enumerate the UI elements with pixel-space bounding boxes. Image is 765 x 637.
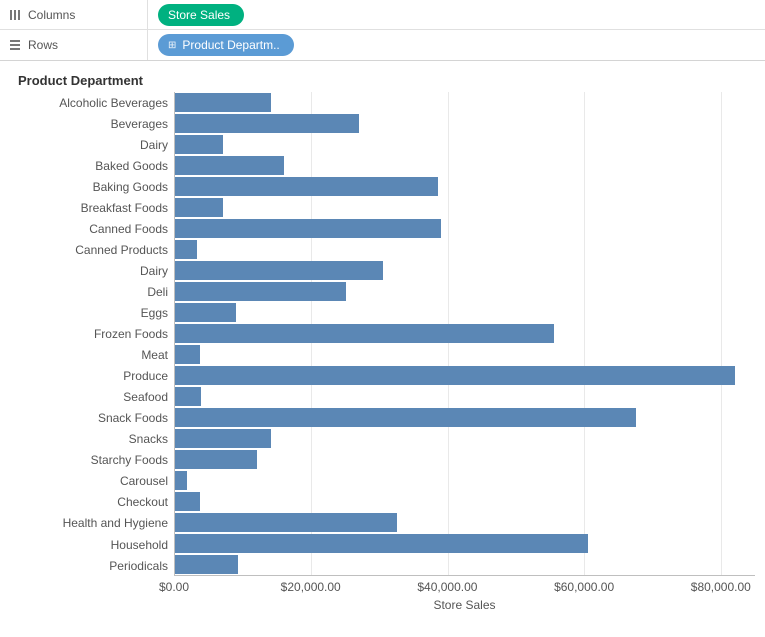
bar-row (175, 365, 755, 386)
y-tick-label: Canned Foods (10, 218, 174, 239)
bar-row (175, 134, 755, 155)
y-tick-label: Eggs (10, 302, 174, 323)
bar[interactable] (175, 555, 238, 573)
bar[interactable] (175, 408, 636, 426)
bar[interactable] (175, 282, 346, 300)
columns-pill-store-sales[interactable]: Store Sales (158, 4, 244, 26)
bar[interactable] (175, 450, 257, 468)
columns-shelf[interactable]: Columns Store Sales (0, 0, 765, 30)
y-tick-label: Breakfast Foods (10, 197, 174, 218)
bar-row (175, 470, 755, 491)
rows-shelf-pills[interactable]: ⊞ Product Departm.. (148, 34, 294, 56)
y-tick-label: Baking Goods (10, 176, 174, 197)
bar[interactable] (175, 429, 271, 447)
bar-row (175, 449, 755, 470)
bar-row (175, 554, 755, 575)
x-tick-label: $80,000.00 (691, 580, 751, 594)
rows-shelf-label-cell: Rows (0, 30, 148, 60)
bar[interactable] (175, 366, 735, 384)
bar-row (175, 176, 755, 197)
y-tick-label: Snacks (10, 429, 174, 450)
y-tick-label: Deli (10, 281, 174, 302)
chart-body: Alcoholic BeveragesBeveragesDairyBaked G… (10, 92, 755, 576)
bar[interactable] (175, 387, 201, 405)
bar-row (175, 533, 755, 554)
bar-row (175, 407, 755, 428)
bar[interactable] (175, 177, 438, 195)
bar-row (175, 344, 755, 365)
pill-label: Product Departm.. (182, 38, 279, 52)
bar-row (175, 428, 755, 449)
x-tick-label: $20,000.00 (281, 580, 341, 594)
bar[interactable] (175, 261, 383, 279)
y-tick-label: Beverages (10, 113, 174, 134)
chart-area: Product Department Alcoholic BeveragesBe… (0, 61, 765, 612)
bar[interactable] (175, 534, 588, 552)
bar-row (175, 260, 755, 281)
y-tick-label: Dairy (10, 260, 174, 281)
y-tick-label: Periodicals (10, 555, 174, 576)
y-tick-label: Carousel (10, 471, 174, 492)
x-axis-label: Store Sales (174, 596, 755, 612)
bar[interactable] (175, 324, 554, 342)
y-tick-label: Snack Foods (10, 408, 174, 429)
y-tick-label: Alcoholic Beverages (10, 92, 174, 113)
y-tick-label: Baked Goods (10, 155, 174, 176)
bar[interactable] (175, 345, 200, 363)
bar-row (175, 92, 755, 113)
y-tick-label: Checkout (10, 492, 174, 513)
bar-row (175, 239, 755, 260)
bar-row (175, 386, 755, 407)
columns-icon (8, 8, 22, 22)
bar[interactable] (175, 114, 359, 132)
y-tick-label: Seafood (10, 387, 174, 408)
columns-shelf-label: Columns (28, 8, 75, 22)
bar[interactable] (175, 135, 223, 153)
columns-shelf-pills[interactable]: Store Sales (148, 4, 244, 26)
y-tick-label: Meat (10, 345, 174, 366)
plot-area[interactable] (174, 92, 755, 576)
x-tick-label: $0.00 (159, 580, 189, 594)
bar-row (175, 302, 755, 323)
x-tick-label: $60,000.00 (554, 580, 614, 594)
y-tick-label: Dairy (10, 134, 174, 155)
chart-title: Product Department (10, 69, 755, 92)
bar[interactable] (175, 471, 187, 489)
pill-label: Store Sales (168, 8, 230, 22)
bar[interactable] (175, 219, 441, 237)
bar-row (175, 281, 755, 302)
columns-shelf-label-cell: Columns (0, 0, 148, 29)
y-tick-label: Household (10, 534, 174, 555)
rows-shelf[interactable]: Rows ⊞ Product Departm.. (0, 30, 765, 60)
bar-row (175, 512, 755, 533)
bars-container (175, 92, 755, 575)
rows-pill-product-department[interactable]: ⊞ Product Departm.. (158, 34, 294, 56)
y-tick-label: Starchy Foods (10, 450, 174, 471)
bar[interactable] (175, 513, 397, 531)
bar[interactable] (175, 240, 197, 258)
y-tick-label: Frozen Foods (10, 324, 174, 345)
bar-row (175, 491, 755, 512)
bar[interactable] (175, 156, 284, 174)
bar[interactable] (175, 93, 271, 111)
x-axis-ticks: $0.00$20,000.00$40,000.00$60,000.00$80,0… (174, 576, 755, 596)
bar[interactable] (175, 198, 223, 216)
bar[interactable] (175, 492, 200, 510)
bar-row (175, 218, 755, 239)
shelves-panel: Columns Store Sales Rows ⊞ Product Depar… (0, 0, 765, 61)
rows-icon (8, 38, 22, 52)
x-tick-label: $40,000.00 (417, 580, 477, 594)
bar-row (175, 197, 755, 218)
bar[interactable] (175, 303, 236, 321)
bar-row (175, 113, 755, 134)
y-axis-labels: Alcoholic BeveragesBeveragesDairyBaked G… (10, 92, 174, 576)
y-tick-label: Canned Products (10, 239, 174, 260)
expand-icon[interactable]: ⊞ (168, 40, 176, 51)
bar-row (175, 323, 755, 344)
bar-row (175, 155, 755, 176)
rows-shelf-label: Rows (28, 38, 58, 52)
y-tick-label: Health and Hygiene (10, 513, 174, 534)
y-tick-label: Produce (10, 366, 174, 387)
